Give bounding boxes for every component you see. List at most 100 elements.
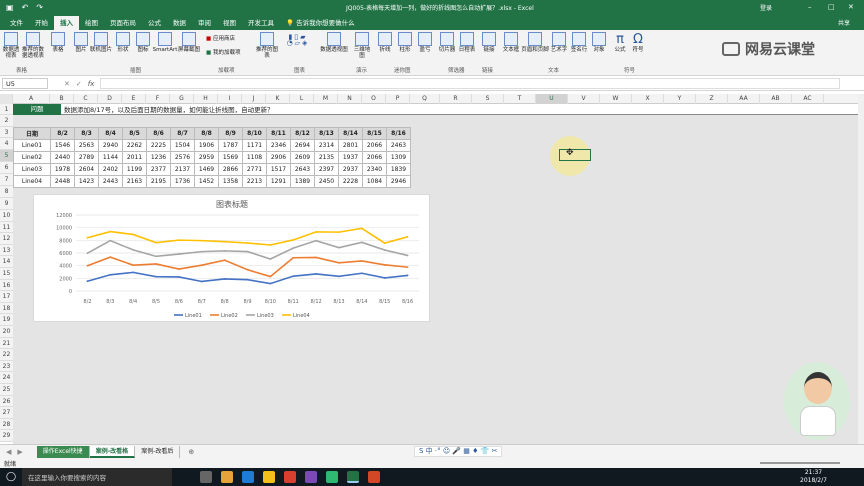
table-cell[interactable]: 1199 — [122, 163, 147, 176]
tab-formulas[interactable]: 公式 — [142, 16, 167, 30]
tab-developer[interactable]: 开发工具 — [242, 16, 280, 30]
edge-icon[interactable] — [242, 471, 254, 483]
table-cell[interactable]: 2604 — [74, 163, 99, 176]
header-footer-button[interactable]: 页眉和页脚 — [520, 32, 550, 53]
column-header-p[interactable]: P — [386, 94, 410, 104]
table-cell[interactable]: 1236 — [146, 151, 171, 164]
table-header-cell[interactable]: 8/2 — [50, 127, 75, 140]
column-header-h[interactable]: H — [194, 94, 218, 104]
table-header-cell[interactable]: 8/12 — [290, 127, 315, 140]
table-cell[interactable]: 1389 — [290, 175, 315, 188]
table-cell[interactable]: 2011 — [122, 151, 147, 164]
row-header-28[interactable]: 28 — [0, 418, 13, 431]
textbox-button[interactable]: 文本框 — [502, 32, 520, 53]
row-header-23[interactable]: 23 — [0, 360, 13, 373]
sheet-tab-2[interactable]: 案例-改看后 — [135, 445, 181, 458]
column-header-q[interactable]: Q — [410, 94, 440, 104]
start-button[interactable]: ◯ — [0, 472, 22, 482]
column-header-aa[interactable]: AA — [728, 94, 760, 104]
table-cell[interactable]: 1309 — [386, 151, 411, 164]
row-header-4[interactable]: 4 — [0, 138, 13, 150]
table-cell[interactable]: 1171 — [242, 139, 267, 152]
table-cell[interactable]: 1469 — [194, 163, 219, 176]
table-cell[interactable]: 1517 — [266, 163, 291, 176]
row-header-26[interactable]: 26 — [0, 395, 13, 408]
row-header-5[interactable]: 5 — [0, 150, 13, 162]
table-cell[interactable]: Line04 — [13, 175, 51, 188]
table-cell[interactable]: 2314 — [314, 139, 339, 152]
table-cell[interactable]: 2213 — [242, 175, 267, 188]
my-addins-button[interactable]: ■ 我的加载项 — [206, 50, 244, 56]
powerpoint-icon[interactable] — [368, 471, 380, 483]
recommended-pivot-button[interactable]: 推荐的数据透视表 — [22, 32, 44, 59]
table-cell[interactable]: 1452 — [194, 175, 219, 188]
store-button[interactable]: ■ 应用商店 — [206, 36, 244, 42]
table-cell[interactable]: 2959 — [194, 151, 219, 164]
table-header-cell[interactable]: 8/3 — [74, 127, 99, 140]
table-cell[interactable]: 2940 — [98, 139, 123, 152]
chart-types-icons[interactable]: ▮▯▰ ◔▱◈ — [278, 34, 318, 47]
slicer-button[interactable]: 切片器 — [438, 32, 456, 53]
screenshot-button[interactable]: 屏幕截图 — [178, 32, 200, 53]
table-cell[interactable]: 2402 — [98, 163, 123, 176]
table-cell[interactable]: 1736 — [170, 175, 195, 188]
row-header-15[interactable]: 15 — [0, 268, 13, 280]
enter-icon[interactable]: ✓ — [76, 80, 82, 88]
row-header-13[interactable]: 13 — [0, 244, 13, 257]
tab-view[interactable]: 视图 — [217, 16, 242, 30]
table-cell[interactable]: 2262 — [122, 139, 147, 152]
sparkline-line-button[interactable]: 折线 — [376, 32, 394, 53]
table-cell[interactable]: 1787 — [218, 139, 243, 152]
table-cell[interactable]: 1291 — [266, 175, 291, 188]
table-header-cell[interactable]: 8/5 — [122, 127, 147, 140]
column-header-z[interactable]: Z — [696, 94, 728, 104]
onenote-icon[interactable] — [305, 471, 317, 483]
timeline-button[interactable]: 日程表 — [458, 32, 476, 53]
row-header-12[interactable]: 12 — [0, 233, 13, 245]
camtasia-icon[interactable] — [326, 471, 338, 483]
equation-button[interactable]: π 公式 — [612, 32, 628, 53]
row-header-21[interactable]: 21 — [0, 337, 13, 350]
column-header-k[interactable]: K — [266, 94, 290, 104]
table-header-cell[interactable]: 8/13 — [314, 127, 339, 140]
row-header-6[interactable]: 6 — [0, 162, 13, 174]
tab-draw[interactable]: 绘图 — [79, 16, 104, 30]
table-cell[interactable]: 2448 — [50, 175, 75, 188]
column-header-r[interactable]: R — [440, 94, 472, 104]
table-cell[interactable]: 2066 — [362, 151, 387, 164]
table-header-cell[interactable]: 8/9 — [218, 127, 243, 140]
table-cell[interactable]: 2228 — [338, 175, 363, 188]
close-button[interactable]: ✕ — [848, 3, 854, 11]
table-cell[interactable]: Line03 — [13, 163, 51, 176]
table-cell[interactable]: 2463 — [386, 139, 411, 152]
tab-file[interactable]: 文件 — [4, 16, 29, 30]
minimize-button[interactable]: – — [808, 3, 812, 11]
row-header-17[interactable]: 17 — [0, 291, 13, 303]
row-header-14[interactable]: 14 — [0, 256, 13, 268]
tab-review[interactable]: 审阅 — [192, 16, 217, 30]
share-button[interactable]: 共享 — [838, 18, 850, 27]
function-icon[interactable]: fx — [88, 80, 95, 88]
table-header-cell[interactable]: 8/14 — [338, 127, 363, 140]
table-cell[interactable]: 2195 — [146, 175, 171, 188]
table-cell[interactable]: 1569 — [218, 151, 243, 164]
row-header-19[interactable]: 19 — [0, 314, 13, 326]
clock[interactable]: 21:37 2018/2/7 — [800, 469, 827, 485]
table-cell[interactable]: 1358 — [218, 175, 243, 188]
table-cell[interactable]: 1423 — [74, 175, 99, 188]
tell-me-box[interactable]: 💡 告诉我你想要做什么 — [280, 16, 361, 30]
table-cell[interactable]: 1084 — [362, 175, 387, 188]
tab-insert[interactable]: 插入 — [54, 16, 79, 30]
column-header-w[interactable]: W — [600, 94, 632, 104]
tab-data[interactable]: 数据 — [167, 16, 192, 30]
row-header-29[interactable]: 29 — [0, 430, 13, 442]
row-header-1[interactable]: 1 — [0, 104, 13, 115]
excel-icon[interactable] — [347, 471, 359, 483]
row-header-24[interactable]: 24 — [0, 372, 13, 384]
table-cell[interactable]: Line02 — [13, 151, 51, 164]
row-header-11[interactable]: 11 — [0, 221, 13, 234]
column-header-y[interactable]: Y — [664, 94, 696, 104]
table-cell[interactable]: 2346 — [266, 139, 291, 152]
chrome-icon[interactable] — [284, 471, 296, 483]
zoom-slider[interactable] — [760, 462, 840, 464]
